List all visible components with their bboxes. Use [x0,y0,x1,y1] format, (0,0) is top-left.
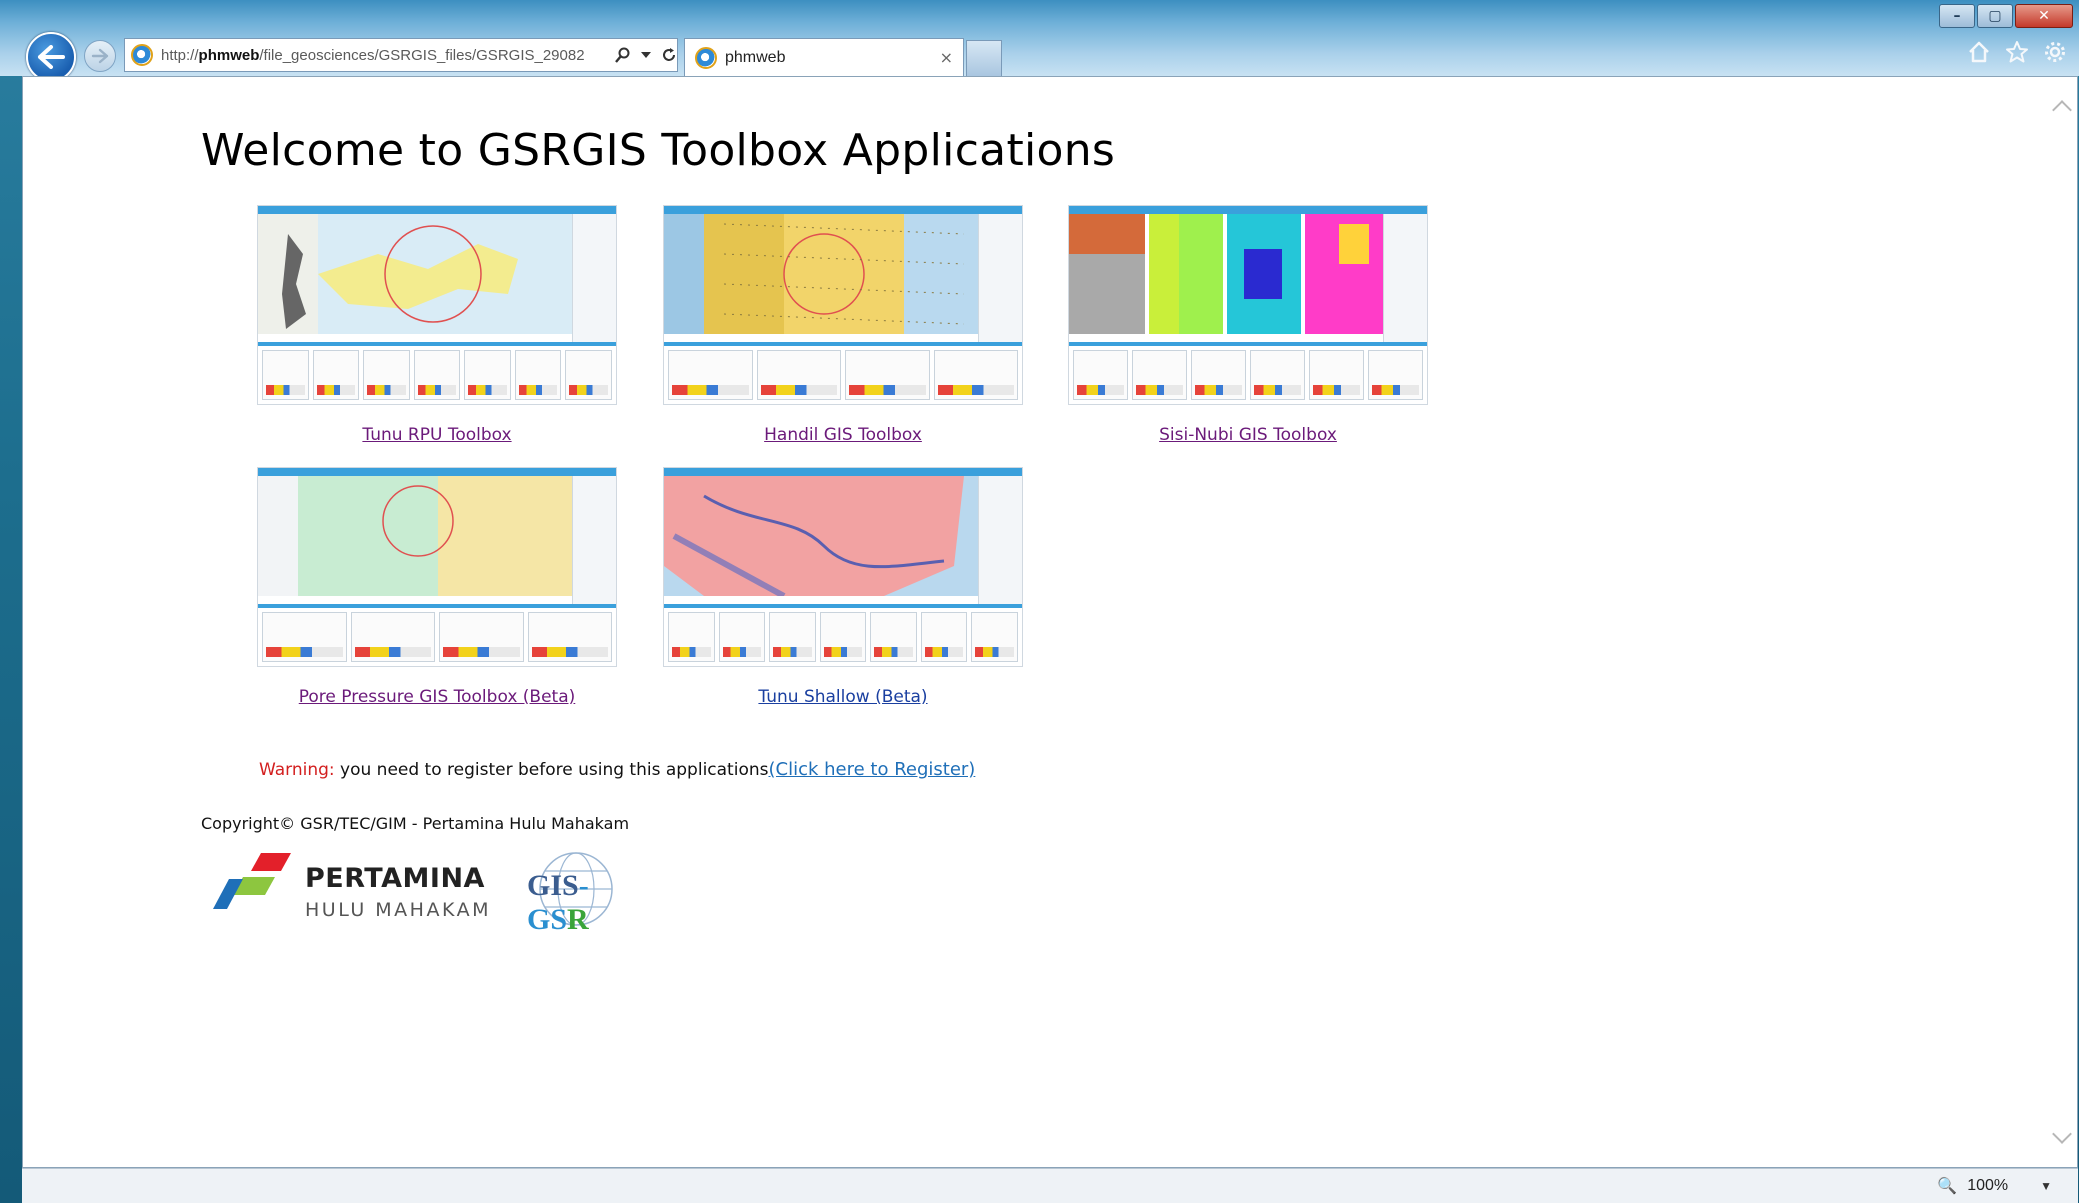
ie-tab-icon [695,46,717,69]
dropdown-caret-icon[interactable] [641,51,651,59]
ie-page-icon [131,44,153,66]
copyright-text: Copyright© GSR/TEC/GIM - Pertamina Hulu … [201,814,630,833]
url-host: phmweb [198,46,260,64]
tunu-rpu-thumbnail[interactable] [257,205,617,405]
app-card-tunu-rpu: Tunu RPU Toolbox [257,205,617,445]
pertamina-name: PERTAMINA [305,863,485,894]
zoom-dropdown-icon[interactable]: ▼ [2040,1179,2052,1193]
favorites-star-icon[interactable] [2005,40,2029,64]
gis-gsr-logo: GIS-GSR [521,847,641,936]
app-link-tunu-rpu[interactable]: Tunu RPU Toolbox [362,425,511,445]
pertamina-logo: PERTAMINA HULU MAHAKAM [213,849,503,929]
address-tools [615,47,677,63]
app-card-handil: Handil GIS Toolbox [663,205,1023,445]
address-bar[interactable]: http://phmweb/file_geosciences/GSRGIS_fi… [124,38,678,72]
zoom-level[interactable]: 100% [1967,1177,2008,1195]
new-tab-button[interactable] [966,40,1002,76]
scroll-down-icon[interactable] [2052,1124,2072,1144]
page-title: Welcome to GSRGIS Toolbox Applications [201,125,1116,176]
close-window-button[interactable]: ✕ [2015,4,2073,28]
app-link-handil[interactable]: Handil GIS Toolbox [764,425,922,445]
back-button[interactable] [26,32,76,82]
vertical-scrollbar[interactable] [2047,77,2077,1167]
home-icon[interactable] [1967,40,1991,64]
refresh-icon[interactable] [661,47,677,63]
tab-close-icon[interactable]: × [940,48,953,67]
tunu-shallow-thumbnail[interactable] [663,467,1023,667]
gis-text-a: GIS [527,869,579,902]
gis-gsr-text: GIS-GSR [527,869,641,937]
browser-tab[interactable]: phmweb × [684,38,964,76]
scroll-up-icon[interactable] [2052,100,2072,120]
window-controls: – ▢ ✕ [1939,4,2073,28]
url-prefix: http:// [161,46,199,64]
warning-label: Warning: [259,760,335,780]
gis-text-c: R [567,903,589,936]
minimize-button[interactable]: – [1939,4,1975,28]
page-viewport: Welcome to GSRGIS Toolbox Applications T… [22,76,2078,1168]
zoom-magnifier-icon[interactable]: 🔍 [1937,1176,1957,1196]
toolbar-icons [1967,40,2067,64]
forward-button[interactable] [84,40,116,72]
url-text[interactable]: http://phmweb/file_geosciences/GSRGIS_fi… [161,47,607,64]
app-link-tunu-shallow[interactable]: Tunu Shallow (Beta) [758,687,927,707]
tab-title: phmweb [725,48,786,66]
search-icon[interactable] [615,47,631,63]
warning-text: you need to register before using this a… [334,760,769,780]
handil-thumbnail[interactable] [663,205,1023,405]
maximize-button[interactable]: ▢ [1977,4,2013,28]
register-warning: Warning: you need to register before usi… [259,759,975,780]
status-bar: 🔍 100% ▼ [22,1168,2078,1203]
app-link-sisi-nubi[interactable]: Sisi-Nubi GIS Toolbox [1159,425,1337,445]
app-link-pore-pressure[interactable]: Pore Pressure GIS Toolbox (Beta) [299,687,576,707]
url-path: /file_geosciences/GSRGIS_files/GSRGIS_29… [259,46,585,64]
arrow-right-icon [91,48,109,64]
arrow-left-icon [38,45,65,69]
app-card-tunu-shallow: Tunu Shallow (Beta) [663,467,1023,707]
app-card-sisi-nubi: Sisi-Nubi GIS Toolbox [1068,205,1428,445]
app-card-pore-pressure: Pore Pressure GIS Toolbox (Beta) [257,467,617,707]
register-link[interactable]: (Click here to Register) [768,759,975,780]
pertamina-subtitle: HULU MAHAKAM [305,899,491,921]
settings-gear-icon[interactable] [2043,40,2067,64]
pore-pressure-thumbnail[interactable] [257,467,617,667]
pertamina-mark-icon [213,853,291,909]
sisi-nubi-thumbnail[interactable] [1068,205,1428,405]
browser-titlebar: – ▢ ✕ http://phmweb/file_geosciences/GSR… [0,0,2079,82]
